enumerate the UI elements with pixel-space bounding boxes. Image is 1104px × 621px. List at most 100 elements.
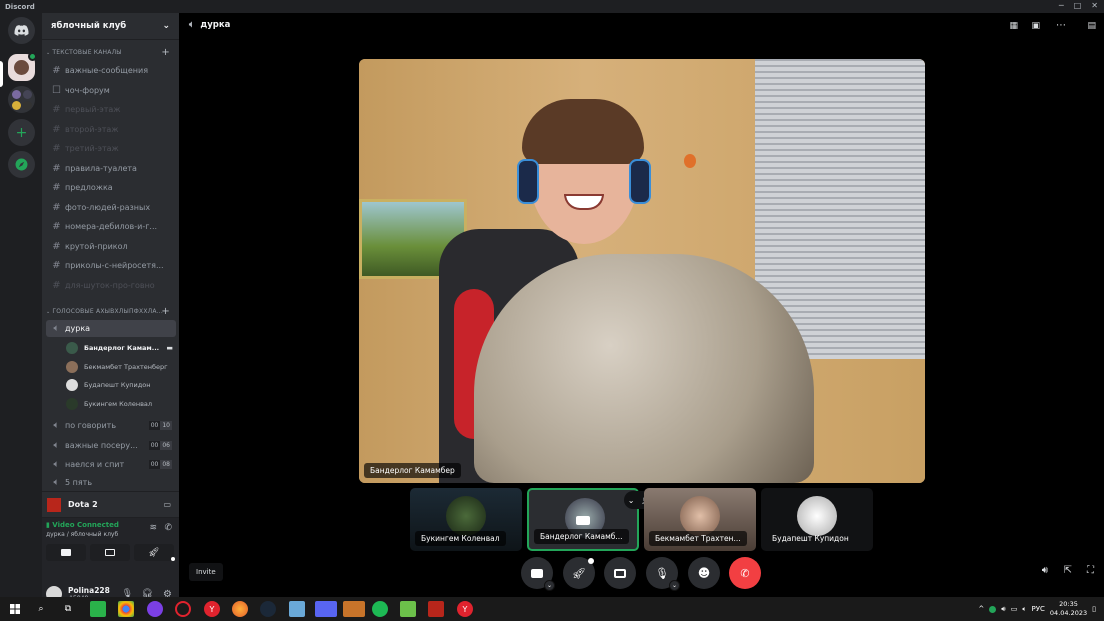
voice-channel-5-pyat[interactable]: 🔈︎ 5 пять <box>46 475 176 489</box>
notification-dot <box>588 558 594 564</box>
channel-choch-forum[interactable]: ☐ чоч-форум <box>46 82 176 99</box>
clock[interactable]: 20:35 04.04.2023 <box>1050 600 1087 618</box>
channel-pervy-etazh[interactable]: # первый-этаж <box>46 101 176 118</box>
server-icon-yablochny-club[interactable] <box>8 52 37 81</box>
opera-icon[interactable] <box>175 601 191 617</box>
participant-tile[interactable]: Бекмамбет Трахтен... <box>644 488 756 551</box>
screen-share-icon <box>614 568 626 578</box>
channel-pravila-tualeta[interactable]: # правила-туалета <box>46 160 176 177</box>
popout-icon[interactable]: ⇱ <box>1064 565 1072 576</box>
voice-member[interactable]: Будапешт Купидон <box>66 376 176 393</box>
notifications-icon[interactable]: ▯ <box>1092 605 1096 613</box>
minimize-icon[interactable]: ─ <box>1059 1 1064 10</box>
voice-channel-naelsya[interactable]: 🔈︎ наелся и спит 00 08 <box>46 456 176 473</box>
tray-app-icon[interactable] <box>989 605 997 613</box>
speaker-icon[interactable]: 🔊︎ <box>1001 605 1005 614</box>
voice-member[interactable]: Бандерлог Камам... ▬ <box>66 339 176 356</box>
voice-member[interactable]: Бекмамбет Трахтенберг <box>66 358 176 375</box>
tor-icon[interactable] <box>147 601 163 617</box>
leave-call-button[interactable]: ✆ <box>729 557 761 589</box>
chevron-down-icon[interactable]: ⌄ <box>544 580 555 591</box>
android-icon[interactable] <box>400 601 416 617</box>
hash-icon: # <box>52 182 61 193</box>
channel-predlozhka[interactable]: # предложка <box>46 179 176 196</box>
activity-panel[interactable]: Dota 2 ▭ <box>42 491 179 518</box>
grid-view-icon[interactable]: ▦ <box>1009 21 1018 31</box>
participant-tile[interactable]: Будапешт Купидон <box>761 488 873 551</box>
language-indicator[interactable]: РУС <box>1032 605 1045 613</box>
maximize-icon[interactable]: □ <box>1074 1 1082 10</box>
server-folder-icon[interactable] <box>8 86 35 113</box>
participant-tile[interactable]: Букингем Коленвал <box>410 488 522 551</box>
participant-tile[interactable]: Бандерлог Камамб... <box>527 488 639 551</box>
firefox-icon[interactable] <box>232 601 248 617</box>
channel-prikoly-neyroset[interactable]: # приколы-с-нейросетя... <box>46 257 176 274</box>
microphone-button[interactable]: 🎙︎ ⌄ <box>646 557 680 591</box>
channel-label: наелся и спит <box>65 460 125 469</box>
yandex-icon[interactable]: Y <box>457 601 473 617</box>
channel-dlya-shutok[interactable]: # для-шуток-про-говно <box>46 277 176 294</box>
connection-location[interactable]: дурка / яблочный клуб <box>46 531 118 538</box>
channel-tretiy-etazh[interactable]: # третий-этаж <box>46 140 176 157</box>
user-limit-badge: 00 08 <box>148 460 172 469</box>
create-channel-icon[interactable]: + <box>161 306 170 317</box>
add-server-icon[interactable]: + <box>8 119 35 146</box>
category-voice-channels[interactable]: ⌄ ГОЛОСОВЫЕ АХЫВХЛЫПФХХЛА... + <box>42 306 179 317</box>
chevron-down-icon[interactable]: ⌄ <box>628 496 635 505</box>
close-icon[interactable]: ✕ <box>1091 1 1098 10</box>
category-text-channels[interactable]: ⌄ ТЕКСТОВЫЕ КАНАЛЫ + <box>42 47 179 58</box>
channel-vtoroy-etazh[interactable]: # второй-этаж <box>46 121 176 138</box>
channel-label: предложка <box>65 183 113 192</box>
steam-icon[interactable] <box>260 601 276 617</box>
channel-vazhnye-soobscheniya[interactable]: # важные-сообщения <box>46 62 176 79</box>
task-view-icon[interactable]: ⧉ <box>60 601 76 617</box>
server-header[interactable]: яблочный клуб ⌄ <box>42 13 179 40</box>
chat-icon[interactable]: ▤ <box>1087 21 1096 31</box>
ship-icon[interactable] <box>289 601 305 617</box>
more-options-icon[interactable]: ⋯ <box>1056 20 1066 31</box>
activities-button[interactable]: 🚀︎ <box>563 557 595 589</box>
chrome-icon[interactable] <box>118 601 134 617</box>
voice-channel-po-govorit[interactable]: 🔈︎ по говорить 00 10 <box>46 417 176 434</box>
yandex-browser-icon[interactable]: Y <box>204 601 220 617</box>
channel-label: важные-сообщения <box>65 66 148 75</box>
windows-start-icon[interactable] <box>7 601 23 617</box>
fullscreen-icon[interactable]: ⛶ <box>1087 565 1094 576</box>
soundboard-button[interactable]: ☻ <box>688 557 720 589</box>
discord-home-icon[interactable] <box>8 17 35 44</box>
screen-share-icon[interactable]: ▭ <box>163 500 171 509</box>
jetbrains-icon[interactable] <box>90 601 106 617</box>
steam-active-icon[interactable] <box>343 601 365 617</box>
create-channel-icon[interactable]: + <box>161 47 170 58</box>
headphone-left <box>517 159 539 204</box>
screen-share-button[interactable] <box>90 544 130 561</box>
explore-servers-icon[interactable] <box>8 151 35 178</box>
activities-button[interactable]: 🚀︎ <box>134 544 174 561</box>
disconnect-icon[interactable]: ✆ <box>164 523 172 533</box>
voice-channel-durka[interactable]: 🔈︎ дурка <box>46 320 176 337</box>
camera-button[interactable] <box>46 544 86 561</box>
volume-icon[interactable]: 🔈︎ <box>1022 605 1026 614</box>
main-video-feed[interactable]: Бандерлог Камамбер <box>359 59 925 483</box>
screen-share-button[interactable] <box>604 557 636 589</box>
channel-nomera[interactable]: # номера-дебилов-и-г... <box>46 218 176 235</box>
dota-taskbar-icon[interactable] <box>428 601 444 617</box>
camera-icon <box>531 568 543 578</box>
voice-channel-vazhnye[interactable]: 🔈︎ важные посеру... 00 06 <box>46 437 176 454</box>
volume-icon[interactable]: 🔊︎ <box>1042 565 1048 576</box>
noise-suppression-icon[interactable]: ≋ <box>149 523 157 533</box>
member-name: Букингем Коленвал <box>84 399 153 408</box>
spotify-icon[interactable] <box>372 601 388 617</box>
search-icon[interactable]: ⌕ <box>33 601 49 617</box>
forum-icon: ☐ <box>52 85 61 96</box>
channel-foto-lyudey[interactable]: # фото-людей-разных <box>46 199 176 216</box>
chevron-down-icon[interactable]: ⌄ <box>669 580 680 591</box>
popout-chat-icon[interactable]: ▣ <box>1031 21 1040 31</box>
voice-member[interactable]: Букингем Коленвал <box>66 395 176 412</box>
discord-taskbar-icon[interactable] <box>315 601 337 617</box>
channel-krutoy-prikol[interactable]: # крутой-прикол <box>46 238 176 255</box>
network-icon[interactable]: ▭ <box>1011 605 1018 613</box>
chevron-up-icon[interactable]: ^ <box>978 605 984 613</box>
camera-toggle-button[interactable]: ⌄ <box>521 557 555 591</box>
speaker-icon: 🔈︎ <box>53 323 60 334</box>
